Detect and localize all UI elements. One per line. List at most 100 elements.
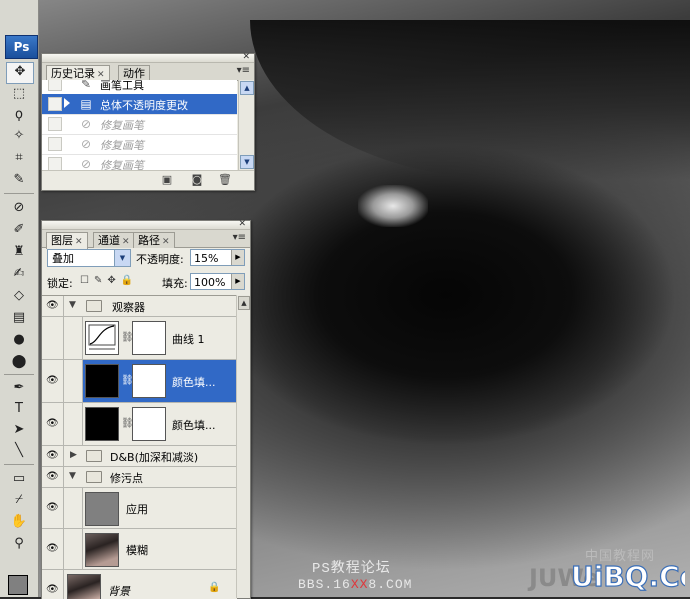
- gradient-tool-icon[interactable]: ▤: [6, 308, 32, 328]
- visibility-eye-icon[interactable]: 👁: [42, 570, 64, 599]
- layer-group-row[interactable]: 👁 ▼ 修污点: [42, 467, 237, 488]
- new-snapshot-icon[interactable]: ◙: [190, 174, 204, 186]
- panel-close-icon[interactable]: ✕: [238, 219, 246, 229]
- eyedropper-tool-icon[interactable]: ⌿: [6, 490, 32, 510]
- list-item[interactable]: ⊘ 修复画笔: [42, 114, 237, 135]
- snapshot-checkbox[interactable]: [48, 97, 62, 111]
- healing-brush-icon: ⊘: [80, 117, 92, 131]
- panel-menu-icon[interactable]: ▾≡: [233, 232, 246, 243]
- history-scrollbar[interactable]: ▲ ▼: [238, 80, 254, 170]
- expand-triangle-icon[interactable]: ▶: [70, 450, 77, 460]
- move-tool-icon[interactable]: ✥: [6, 62, 34, 84]
- zoom-tool-icon[interactable]: ⚲: [6, 534, 32, 554]
- photoshop-logo: Ps: [5, 35, 38, 59]
- history-state-marker-icon[interactable]: [64, 98, 70, 108]
- list-item[interactable]: ⊘ 修复画笔: [42, 154, 237, 170]
- layer-group-row[interactable]: 👁 ▶ D&B(加深和减淡): [42, 446, 237, 467]
- layer-mask-thumbnail[interactable]: [132, 407, 166, 441]
- url-watermark: BBS.16XX8.COM: [298, 577, 413, 592]
- snapshot-checkbox[interactable]: [48, 137, 62, 151]
- opacity-field[interactable]: 15% ▶: [190, 249, 245, 266]
- foreground-color-swatch[interactable]: [8, 575, 28, 595]
- brush-tool-icon[interactable]: ✐: [6, 220, 32, 240]
- dodge-tool-icon[interactable]: ⬤: [6, 352, 32, 372]
- color-fill-thumbnail: [85, 364, 119, 398]
- chevron-right-icon[interactable]: ▶: [231, 250, 244, 265]
- hand-tool-icon[interactable]: ✋: [6, 512, 32, 532]
- layer-mask-thumbnail[interactable]: [132, 321, 166, 355]
- slice-tool-icon[interactable]: ✎: [6, 170, 32, 190]
- snapshot-checkbox[interactable]: [48, 80, 62, 91]
- layer-group-row[interactable]: 👁 ▼ 观察器: [42, 296, 237, 317]
- list-item[interactable]: ✎ 画笔工具: [42, 80, 237, 95]
- tab-close-icon[interactable]: ✕: [97, 70, 105, 80]
- path-select-tool-icon[interactable]: ➤: [6, 420, 32, 440]
- layer-row[interactable]: 👁 模糊: [42, 529, 237, 570]
- list-item[interactable]: ⊘ 修复画笔: [42, 134, 237, 155]
- clone-stamp-tool-icon[interactable]: ♜: [6, 242, 32, 262]
- scroll-up-icon[interactable]: ▲: [238, 296, 250, 310]
- visibility-eye-icon[interactable]: 👁: [42, 360, 64, 402]
- new-document-from-state-icon[interactable]: ▣: [160, 174, 174, 186]
- history-brush-tool-icon[interactable]: ✍: [6, 264, 32, 284]
- layer-link-column: [64, 488, 83, 528]
- notes-tool-icon[interactable]: ▭: [6, 469, 32, 489]
- tab-paths[interactable]: 路径 ✕: [133, 232, 175, 248]
- visibility-eye-icon[interactable]: 👁: [42, 467, 64, 487]
- chevron-down-icon[interactable]: ▼: [114, 250, 130, 266]
- layer-row[interactable]: 👁 ⛓ 颜色填...: [42, 403, 237, 446]
- chevron-right-icon[interactable]: ▶: [231, 274, 244, 289]
- tab-actions[interactable]: 动作: [118, 65, 150, 81]
- visibility-eye-icon[interactable]: [42, 317, 64, 359]
- expand-triangle-icon[interactable]: ▼: [69, 300, 76, 310]
- visibility-eye-icon[interactable]: 👁: [42, 403, 64, 445]
- fill-field[interactable]: 100% ▶: [190, 273, 245, 290]
- marquee-tool-icon[interactable]: ⬚: [6, 84, 32, 104]
- scroll-down-icon[interactable]: ▼: [240, 155, 254, 169]
- blur-tool-icon[interactable]: ●: [6, 330, 32, 350]
- lock-fill-row: 锁定: ☐✎✥🔒 填充: 100% ▶: [42, 271, 250, 293]
- snapshot-checkbox[interactable]: [48, 117, 62, 131]
- list-item[interactable]: ▤ 总体不透明度更改: [42, 94, 237, 115]
- color-fill-thumbnail: [85, 407, 119, 441]
- layer-row[interactable]: 👁 ⛓ 颜色填...: [42, 360, 237, 403]
- layer-row[interactable]: 👁 应用: [42, 488, 237, 529]
- layer-mask-thumbnail[interactable]: [132, 364, 166, 398]
- tab-close-icon[interactable]: ✕: [162, 237, 170, 247]
- snapshot-checkbox[interactable]: [48, 157, 62, 170]
- trash-icon[interactable]: 🗑: [218, 174, 232, 186]
- svg-text:UiBQ.CoM: UiBQ.CoM: [571, 560, 685, 593]
- background-layer-thumbnail: [67, 574, 101, 599]
- pen-tool-icon[interactable]: ✒: [6, 378, 32, 398]
- panel-close-icon[interactable]: ✕: [242, 52, 250, 62]
- visibility-eye-icon[interactable]: 👁: [42, 488, 64, 528]
- tab-close-icon[interactable]: ✕: [75, 237, 83, 247]
- lock-icon: 🔒: [208, 582, 221, 593]
- forum-watermark: PS教程论坛: [312, 561, 391, 577]
- healing-brush-tool-icon[interactable]: ⊘: [6, 198, 32, 218]
- blend-mode-select[interactable]: 叠加 ▼: [47, 249, 131, 267]
- eraser-tool-icon[interactable]: ◇: [6, 286, 32, 306]
- expand-triangle-icon[interactable]: ▼: [69, 471, 76, 481]
- layer-row[interactable]: 👁 背景 🔒: [42, 570, 237, 599]
- panel-menu-icon[interactable]: ▾≡: [237, 65, 250, 76]
- brush-icon: ✎: [80, 80, 92, 91]
- visibility-eye-icon[interactable]: 👁: [42, 529, 64, 569]
- folder-icon: [86, 471, 102, 483]
- layers-scrollbar[interactable]: ▲: [236, 295, 250, 598]
- lasso-tool-icon[interactable]: ϙ: [6, 105, 32, 125]
- tab-close-icon[interactable]: ✕: [122, 237, 130, 247]
- toolbox-divider: [4, 374, 34, 375]
- layer-link-column: [64, 317, 83, 359]
- tab-channels[interactable]: 通道 ✕: [93, 232, 135, 248]
- magic-wand-icon[interactable]: ✧: [6, 126, 32, 146]
- line-tool-icon[interactable]: ╲: [6, 441, 32, 461]
- crop-tool-icon[interactable]: ⌗: [6, 148, 32, 168]
- visibility-eye-icon[interactable]: 👁: [42, 446, 64, 466]
- layer-row[interactable]: ⛓ 曲线 1: [42, 317, 237, 360]
- lock-options-icon[interactable]: ☐✎✥🔒: [80, 275, 138, 286]
- scroll-up-icon[interactable]: ▲: [240, 81, 254, 95]
- layer-link-column: [64, 360, 83, 402]
- type-tool-icon[interactable]: T: [6, 399, 32, 419]
- visibility-eye-icon[interactable]: 👁: [42, 296, 64, 316]
